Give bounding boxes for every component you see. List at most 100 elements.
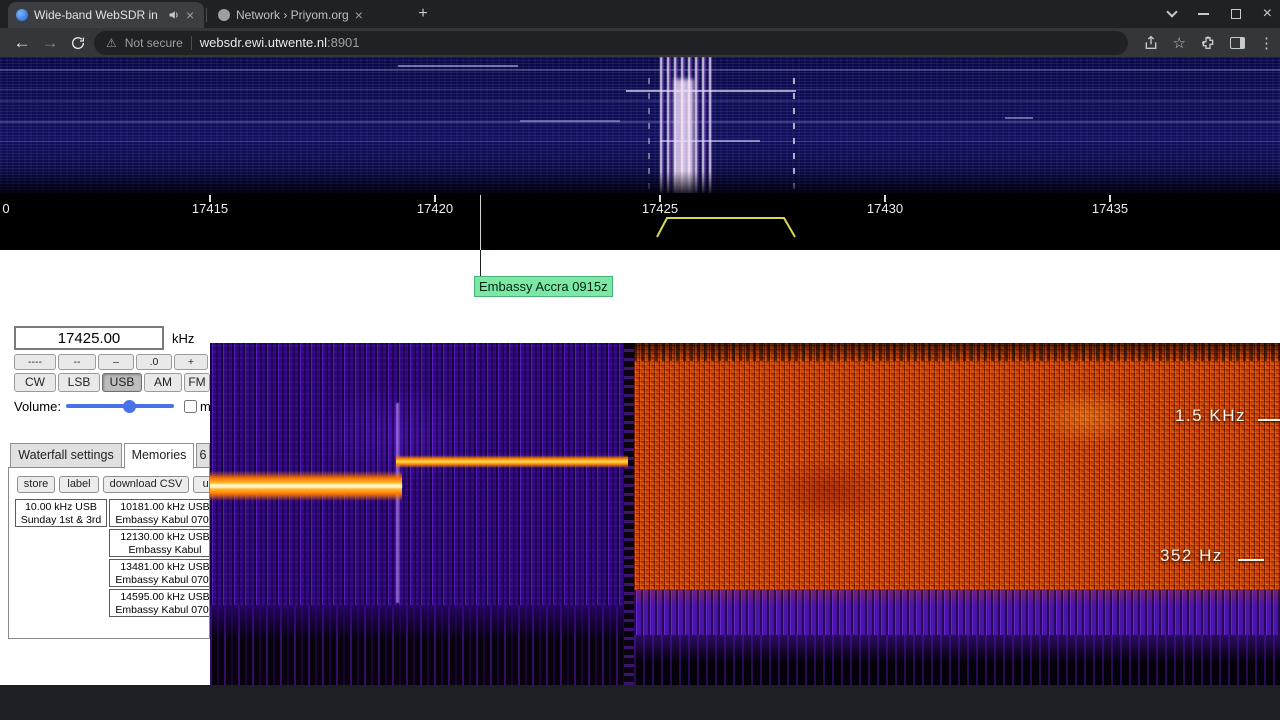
waterfall-yellow-core <box>210 484 402 488</box>
side-panel-icon[interactable] <box>1230 36 1245 49</box>
signal-streak <box>1005 117 1033 119</box>
waterfall-fade <box>0 171 1280 193</box>
waterfall-bright-column <box>396 403 399 603</box>
tone-annotation: 352 Hz <box>1160 546 1223 565</box>
scale-label: 17415 <box>191 201 229 216</box>
priyom-favicon <box>218 9 230 21</box>
tab-close-icon[interactable]: × <box>186 8 194 22</box>
annotation-dash <box>1238 559 1264 561</box>
toolbar-icons: ☆ ⋮ <box>1143 28 1274 57</box>
audio-waterfall[interactable]: 1.5 KHz 352 Hz <box>210 343 1280 685</box>
share-icon[interactable] <box>1143 35 1159 51</box>
page-background <box>210 250 1280 343</box>
screen: Wide-band WebSDR in Ensch × Network › Pr… <box>0 0 1280 720</box>
tab-audio-icon[interactable] <box>168 9 180 21</box>
window-minimize-icon[interactable] <box>1197 13 1209 15</box>
signal-streak <box>520 120 620 122</box>
volume-slider[interactable] <box>66 399 174 413</box>
bookmark-star-icon[interactable]: ☆ <box>1173 34 1186 52</box>
tuning-cursor-line-lower <box>480 250 481 276</box>
browser-tab-strip: Wide-band WebSDR in Ensch × Network › Pr… <box>0 0 1280 28</box>
step-down-medium-button[interactable]: -- <box>58 354 96 370</box>
spectrum-waterfall-top[interactable] <box>0 57 1280 193</box>
browser-tab-priyom[interactable]: Network › Priyom.org × <box>210 2 404 28</box>
mode-cw-button[interactable]: CW <box>14 373 56 392</box>
browser-menu-icon[interactable]: ⋮ <box>1259 34 1274 52</box>
forward-icon[interactable]: → <box>36 33 64 53</box>
tab-title: Wide-band WebSDR in Ensch <box>34 8 162 22</box>
memory-desc: Sunday 1st & 3rd <box>20 514 102 527</box>
mute-checkbox[interactable] <box>184 400 197 413</box>
memory-item[interactable]: 10.00 kHz USB Sunday 1st & 3rd <box>15 499 107 527</box>
bandwidth-annotation: 1.5 KHz <box>1175 406 1246 425</box>
omnibox-divider <box>190 36 192 50</box>
memory-freq: 13481.00 kHz USB <box>120 561 210 573</box>
volume-label: Volume: <box>14 399 61 414</box>
scale-label: 0 <box>2 201 10 216</box>
tab-memories[interactable]: Memories <box>124 443 194 469</box>
step-down-large-button[interactable]: ---- <box>14 354 56 370</box>
browser-tab-websdr[interactable]: Wide-band WebSDR in Ensch × <box>8 2 204 28</box>
scale-label: 17435 <box>1091 201 1129 216</box>
download-csv-button[interactable]: download CSV <box>103 476 189 493</box>
step-up-button[interactable]: + <box>174 354 208 370</box>
annotation-dash <box>1258 419 1280 421</box>
mode-lsb-button[interactable]: LSB <box>58 373 100 392</box>
waterfall-top-dark <box>634 343 1280 361</box>
signal-streak <box>626 90 796 92</box>
memory-freq: 10.00 kHz USB <box>25 501 97 513</box>
station-label[interactable]: Embassy Accra 0915z <box>474 276 613 297</box>
memory-item[interactable]: 10181.00 kHz USB Embassy Kabul 0700 <box>109 499 209 527</box>
warning-icon: ⚠ <box>106 36 117 50</box>
waterfall-left-bottom <box>210 605 624 685</box>
mode-am-button[interactable]: AM <box>144 373 182 392</box>
label-button[interactable]: label <box>59 476 99 493</box>
waterfall-purple-band <box>634 590 1280 635</box>
frequency-scale[interactable]: 0 17415 17420 17425 17430 17435 <box>0 193 1280 250</box>
memory-item[interactable]: 12130.00 kHz USB Embassy Kabul <box>109 529 210 557</box>
waterfall-right-bottom <box>634 635 1280 685</box>
tab-waterfall-settings[interactable]: Waterfall settings <box>10 443 122 468</box>
reload-icon[interactable] <box>64 35 92 51</box>
scale-label: 17425 <box>641 201 679 216</box>
memory-desc: Embassy Kabul 0700 <box>115 604 210 617</box>
address-bar[interactable]: ⚠ Not secure websdr.ewi.utwente.nl:8901 <box>94 31 1128 55</box>
scale-label: 17420 <box>416 201 454 216</box>
step-zero-button[interactable]: .0 <box>136 354 172 370</box>
security-label[interactable]: Not secure <box>125 36 183 50</box>
back-icon[interactable]: ← <box>8 33 36 53</box>
memory-freq: 12130.00 kHz USB <box>120 531 210 543</box>
tab-title: Network › Priyom.org <box>236 8 349 22</box>
memory-item[interactable]: 13481.00 kHz USB Embassy Kabul 0700 <box>109 559 210 587</box>
waterfall-yellow-line <box>396 455 628 468</box>
memory-desc: Embassy Kabul 0700 <box>115 574 210 587</box>
store-button[interactable]: store <box>17 476 55 493</box>
signal-streak <box>398 65 518 67</box>
window-close-icon[interactable]: × <box>1263 6 1272 22</box>
waterfall-scanline <box>0 100 1280 102</box>
frequency-unit-label: kHz <box>172 331 195 346</box>
step-down-small-button[interactable]: – <box>98 354 134 370</box>
url-host[interactable]: websdr.ewi.utwente.nl <box>200 35 327 50</box>
window-maximize-icon[interactable] <box>1230 9 1241 19</box>
websdr-favicon <box>16 9 28 21</box>
memory-freq: 14595.00 kHz USB <box>120 591 210 603</box>
mode-fm-button[interactable]: FM <box>184 373 210 392</box>
memory-desc: Embassy Kabul <box>128 544 202 557</box>
extensions-puzzle-icon[interactable] <box>1200 35 1216 51</box>
window-caret-icon[interactable] <box>1165 6 1178 18</box>
waterfall-scanline <box>0 141 1280 142</box>
memories-panel: store label download CSV upl 10.00 kHz U… <box>8 467 210 639</box>
window-controls: × <box>1165 0 1272 28</box>
frequency-input[interactable] <box>14 326 164 350</box>
tab-close-icon[interactable]: × <box>355 8 363 22</box>
waterfall-scanline <box>0 69 1280 71</box>
url-port[interactable]: :8901 <box>327 35 360 50</box>
new-tab-button[interactable]: + <box>412 4 434 26</box>
chromeos-shelf: 6 Nov 07:28 <box>0 685 1280 720</box>
memory-item[interactable]: 14595.00 kHz USB Embassy Kabul 0700 <box>109 589 210 617</box>
tab-clipped[interactable]: 6 <box>196 443 210 468</box>
mode-usb-button[interactable]: USB <box>102 373 142 392</box>
upload-csv-button[interactable]: upl <box>193 476 209 493</box>
signal-streak <box>660 140 760 142</box>
